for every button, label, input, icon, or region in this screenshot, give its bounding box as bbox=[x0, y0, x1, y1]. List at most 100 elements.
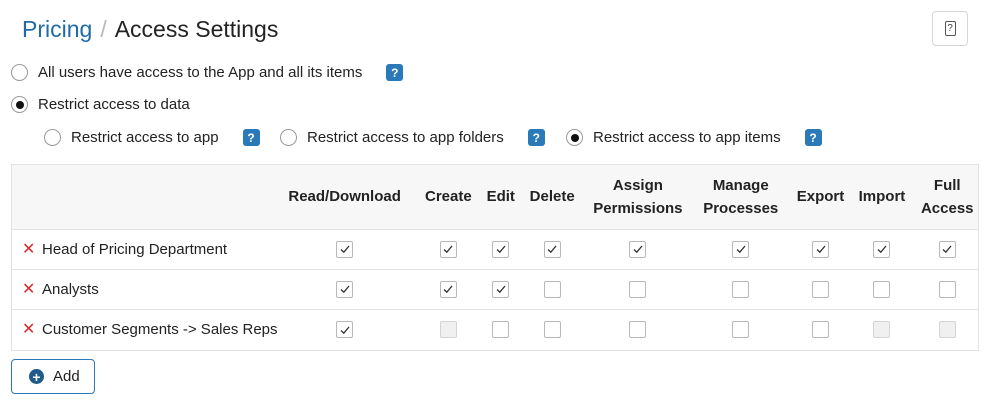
table-header-row: Read/Download Create Edit Delete Assign … bbox=[12, 165, 978, 229]
radio-circle[interactable] bbox=[44, 129, 61, 146]
role-name: Analysts bbox=[42, 281, 99, 298]
permission-cell-read bbox=[278, 269, 412, 309]
checkbox-manage[interactable] bbox=[732, 240, 750, 258]
help-button[interactable]: ? bbox=[932, 11, 968, 46]
checkbox-export[interactable] bbox=[812, 321, 829, 339]
radio-label: All users have access to the App and all… bbox=[38, 64, 363, 81]
column-header-import: Import bbox=[858, 188, 906, 206]
breadcrumb-link-pricing[interactable]: Pricing bbox=[22, 16, 92, 43]
checkbox-manage[interactable] bbox=[732, 280, 750, 298]
remove-row-icon[interactable]: ✕ bbox=[22, 279, 35, 299]
permission-cell-assign bbox=[588, 269, 688, 309]
radio-circle[interactable] bbox=[11, 64, 28, 81]
checkmark-icon bbox=[877, 245, 887, 254]
column-header-create: Create bbox=[425, 188, 472, 206]
radio-label: Restrict access to app folders bbox=[307, 129, 504, 146]
radio-label: Restrict access to app bbox=[71, 129, 219, 146]
checkmark-icon bbox=[547, 245, 557, 254]
checkbox-read[interactable] bbox=[336, 280, 354, 298]
radio-circle[interactable] bbox=[11, 96, 28, 113]
permission-cell-manage bbox=[688, 309, 794, 349]
question-hint-icon[interactable]: ? bbox=[242, 129, 260, 146]
role-name: Customer Segments -> Sales Reps bbox=[42, 321, 278, 339]
checkmark-icon bbox=[736, 245, 746, 254]
role-cell: ✕ Head of Pricing Department bbox=[12, 229, 278, 269]
checkmark-icon bbox=[633, 245, 643, 254]
checkmark-icon bbox=[443, 245, 453, 254]
permission-cell-manage bbox=[688, 269, 794, 309]
checkbox-export[interactable] bbox=[812, 240, 829, 258]
add-button[interactable]: + Add bbox=[11, 359, 95, 394]
radio-all-users-access[interactable]: All users have access to the App and all… bbox=[11, 64, 404, 81]
question-hint-icon[interactable]: ? bbox=[527, 129, 545, 146]
checkmark-icon bbox=[816, 245, 825, 254]
permission-cell-full bbox=[917, 269, 979, 309]
checkmark-icon bbox=[443, 285, 453, 294]
role-cell: ✕ Analysts bbox=[12, 269, 278, 309]
permission-cell-export bbox=[794, 309, 848, 349]
column-header-edit: Edit bbox=[486, 188, 515, 206]
checkbox-full bbox=[938, 321, 956, 339]
plus-circle-icon: + bbox=[29, 369, 44, 384]
column-header-full-access: Full Access bbox=[920, 176, 974, 217]
checkbox-export[interactable] bbox=[812, 280, 829, 298]
permission-cell-edit bbox=[485, 269, 516, 309]
permission-cell-import bbox=[847, 309, 916, 349]
role-name: Head of Pricing Department bbox=[42, 241, 228, 258]
permission-cell-read bbox=[278, 229, 412, 269]
question-hint-icon[interactable]: ? bbox=[804, 129, 822, 146]
checkbox-delete[interactable] bbox=[543, 240, 561, 258]
checkmark-icon bbox=[340, 245, 350, 254]
permission-cell-delete bbox=[516, 269, 587, 309]
checkbox-delete[interactable] bbox=[543, 280, 561, 298]
checkbox-create[interactable] bbox=[439, 280, 457, 298]
column-header-manage-processes: Manage Processes bbox=[703, 176, 779, 217]
checkmark-icon bbox=[496, 245, 506, 254]
checkbox-manage[interactable] bbox=[732, 321, 750, 339]
column-header-role bbox=[12, 165, 278, 229]
checkbox-edit[interactable] bbox=[492, 240, 510, 258]
role-cell: ✕ Customer Segments -> Sales Reps bbox=[12, 309, 278, 349]
permission-cell-import bbox=[847, 229, 916, 269]
radio-circle[interactable] bbox=[280, 129, 297, 146]
permission-cell-edit bbox=[485, 229, 516, 269]
checkbox-assign[interactable] bbox=[629, 321, 647, 339]
checkbox-import[interactable] bbox=[873, 280, 891, 298]
checkbox-edit[interactable] bbox=[492, 280, 510, 298]
help-icon: ? bbox=[944, 21, 956, 36]
radio-restrict-app-items[interactable]: Restrict access to app items ? bbox=[566, 129, 822, 146]
permission-cell-full bbox=[917, 309, 979, 349]
question-hint-icon[interactable]: ? bbox=[386, 64, 404, 81]
radio-label: Restrict access to app items bbox=[593, 129, 781, 146]
permission-cell-export bbox=[794, 229, 848, 269]
checkbox-create[interactable] bbox=[439, 240, 457, 258]
radio-circle[interactable] bbox=[566, 129, 583, 146]
checkbox-create bbox=[439, 321, 457, 339]
checkbox-edit[interactable] bbox=[492, 321, 510, 339]
checkbox-import[interactable] bbox=[873, 240, 891, 258]
remove-row-icon[interactable]: ✕ bbox=[22, 319, 35, 339]
radio-restrict-app[interactable]: Restrict access to app ? bbox=[44, 129, 260, 146]
checkbox-delete[interactable] bbox=[543, 321, 561, 339]
remove-row-icon[interactable]: ✕ bbox=[22, 239, 35, 259]
add-button-label: Add bbox=[53, 368, 80, 385]
radio-restrict-app-folders[interactable]: Restrict access to app folders ? bbox=[280, 129, 545, 146]
checkbox-read[interactable] bbox=[336, 321, 354, 339]
permission-cell-read bbox=[278, 309, 412, 349]
table-row: ✕ Head of Pricing Department bbox=[12, 229, 978, 269]
checkbox-full[interactable] bbox=[938, 240, 956, 258]
checkbox-assign[interactable] bbox=[629, 280, 647, 298]
permission-cell-assign bbox=[588, 229, 688, 269]
checkbox-full[interactable] bbox=[938, 280, 956, 298]
column-header-read: Read/Download bbox=[288, 188, 401, 206]
checkbox-assign[interactable] bbox=[629, 240, 647, 258]
permission-cell-assign bbox=[588, 309, 688, 349]
permission-cell-full bbox=[917, 229, 979, 269]
breadcrumb: Pricing / Access Settings bbox=[22, 14, 278, 44]
checkmark-icon bbox=[340, 285, 350, 294]
permission-cell-delete bbox=[516, 229, 587, 269]
checkbox-import bbox=[873, 321, 891, 339]
checkbox-read[interactable] bbox=[336, 240, 354, 258]
checkmark-icon bbox=[942, 245, 952, 254]
radio-restrict-access-to-data[interactable]: Restrict access to data bbox=[11, 96, 190, 113]
